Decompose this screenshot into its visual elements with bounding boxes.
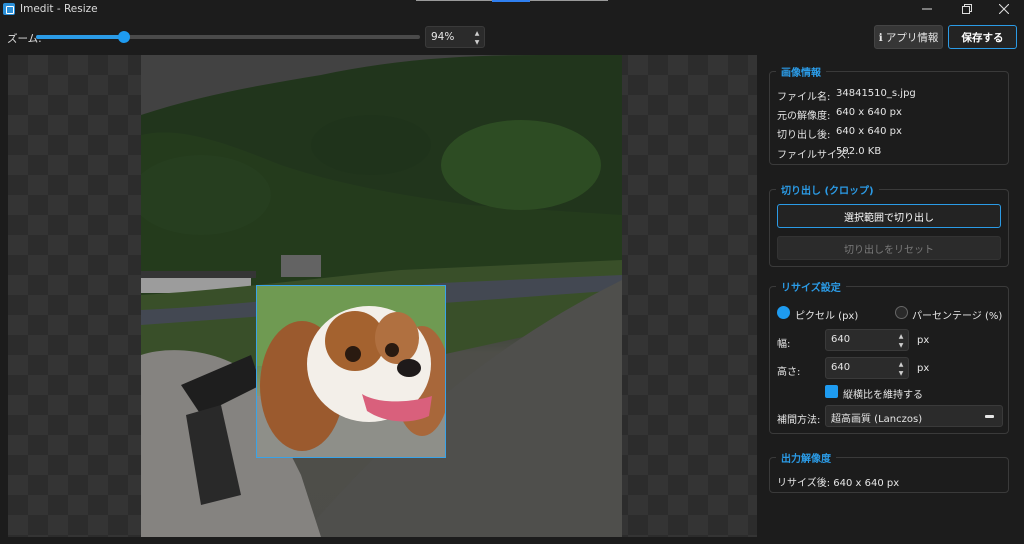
- crop-panel: 切り出し (クロップ) 選択範囲で切り出し 切り出しをリセット: [769, 182, 1009, 267]
- unit-pixel-label: ピクセル (px): [795, 311, 859, 322]
- save-button[interactable]: 保存する: [948, 25, 1017, 49]
- zoom-value[interactable]: 94%: [431, 31, 454, 43]
- minimize-icon: [922, 8, 932, 10]
- height-down-icon[interactable]: ▼: [896, 369, 906, 378]
- output-panel: 出力解像度 リサイズ後: 640 x 640 px: [769, 450, 1009, 493]
- unit-percent-label: パーセンテージ (%): [912, 311, 1003, 322]
- height-stepper[interactable]: 640 ▲ ▼: [825, 357, 909, 379]
- width-value[interactable]: 640: [831, 334, 850, 345]
- info-label-original-resolution: 元の解像度:: [777, 111, 831, 122]
- close-button[interactable]: [986, 0, 1022, 18]
- title-bar: Imedit - Resize: [0, 0, 1024, 18]
- image-info-heading: 画像情報: [776, 64, 826, 79]
- dropdown-icon[interactable]: [985, 415, 994, 418]
- resize-heading: リサイズ設定: [776, 279, 846, 294]
- width-stepper[interactable]: 640 ▲ ▼: [825, 329, 909, 351]
- interpolation-select[interactable]: 超高画質 (Lanczos): [825, 405, 1003, 427]
- height-up-icon[interactable]: ▲: [896, 360, 906, 369]
- photo-preview: [141, 55, 622, 537]
- spin-up-icon[interactable]: ▲: [472, 29, 482, 38]
- spin-down-icon[interactable]: ▼: [472, 38, 482, 47]
- output-heading: 出力解像度: [776, 450, 836, 465]
- unit-pixel-radio[interactable]: [777, 306, 790, 319]
- crop-selection-button[interactable]: 選択範囲で切り出し: [777, 204, 1001, 228]
- info-value-cropped-size: 640 x 640 px: [836, 126, 902, 137]
- crop-heading: 切り出し (クロップ): [776, 182, 879, 197]
- image-info-panel: 画像情報 ファイル名: 34841510_s.jpg 元の解像度: 640 x …: [769, 64, 1009, 165]
- resize-panel: リサイズ設定 ピクセル (px) パーセンテージ (%) 幅: 640 ▲ ▼ …: [769, 279, 1009, 434]
- close-icon: [999, 4, 1009, 14]
- info-label-cropped-size: 切り出し後:: [777, 130, 831, 141]
- zoom-slider-fill: [36, 35, 125, 39]
- restore-button[interactable]: [949, 0, 985, 18]
- interpolation-label: 補間方法:: [777, 415, 821, 426]
- info-value-filename: 34841510_s.jpg: [836, 88, 916, 99]
- restore-icon: [962, 4, 972, 14]
- app-info-button[interactable]: ℹ アプリ情報: [874, 25, 943, 49]
- info-value-original-resolution: 640 x 640 px: [836, 107, 902, 118]
- zoom-stepper[interactable]: 94% ▲ ▼: [425, 26, 485, 48]
- app-icon: [3, 3, 15, 15]
- width-label: 幅:: [777, 339, 791, 350]
- height-label: 高さ:: [777, 367, 801, 378]
- zoom-slider[interactable]: [36, 31, 420, 43]
- width-up-icon[interactable]: ▲: [896, 332, 906, 341]
- interpolation-value: 超高画質 (Lanczos): [831, 414, 923, 425]
- height-unit: px: [917, 363, 930, 374]
- keep-ratio-checkbox[interactable]: [825, 385, 838, 398]
- keep-ratio-label: 縦横比を維持する: [843, 390, 923, 401]
- title-accent-indicator: [492, 0, 530, 2]
- minimize-button[interactable]: [909, 0, 945, 18]
- image-canvas[interactable]: [8, 55, 757, 537]
- height-value[interactable]: 640: [831, 362, 850, 373]
- unit-percent-radio[interactable]: [895, 306, 908, 319]
- output-resolution-text: リサイズ後: 640 x 640 px: [777, 478, 900, 489]
- zoom-slider-thumb[interactable]: [118, 31, 131, 43]
- window-title: Imedit - Resize: [20, 3, 98, 15]
- dog-photo: [257, 286, 445, 457]
- info-value-file-size: 592.0 KB: [836, 146, 882, 157]
- info-label-filename: ファイル名:: [777, 92, 831, 103]
- width-down-icon[interactable]: ▼: [896, 341, 906, 350]
- reset-crop-button[interactable]: 切り出しをリセット: [777, 236, 1001, 260]
- width-unit: px: [917, 335, 930, 346]
- crop-selection[interactable]: [256, 285, 446, 458]
